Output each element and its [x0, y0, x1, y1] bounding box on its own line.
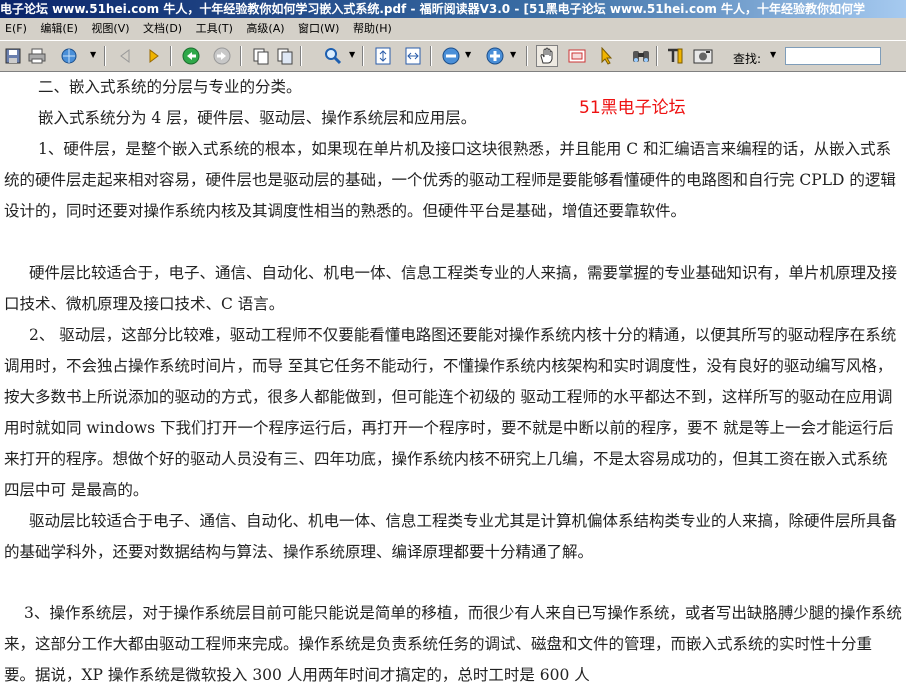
- menu-view[interactable]: 视图(V): [86, 18, 134, 40]
- forward-icon[interactable]: [211, 45, 233, 67]
- save-icon[interactable]: [2, 45, 24, 67]
- fit-width-icon[interactable]: [402, 45, 424, 67]
- menu-file[interactable]: E(F): [0, 18, 32, 40]
- toolbar-separator: [526, 46, 528, 66]
- menu-help[interactable]: 帮助(H): [348, 18, 397, 40]
- paragraph: 驱动层比较适合于电子、通信、自动化、机电一体、信息工程类专业尤其是计算机偏体系结…: [4, 512, 898, 561]
- zoom-dropdown-icon[interactable]: ▼: [349, 50, 355, 59]
- paragraph-heading: 二、嵌入式系统的分层与专业的分类。: [38, 78, 302, 96]
- toolbar: ▼ ▼ ▼ ▼ 查找: ▼: [0, 40, 906, 72]
- prev-page-icon[interactable]: [114, 45, 136, 67]
- next-page-icon[interactable]: [143, 45, 165, 67]
- toolbar-separator: [170, 46, 172, 66]
- document-page[interactable]: 51黑电子论坛 二、嵌入式系统的分层与专业的分类。 嵌入式系统分为 4 层，硬件…: [0, 72, 906, 685]
- zoom-in-dropdown-icon[interactable]: ▼: [510, 50, 516, 59]
- zoom-in-icon[interactable]: [484, 45, 506, 67]
- image-select-icon[interactable]: [692, 45, 714, 67]
- zoom-tool-icon[interactable]: [322, 45, 344, 67]
- paste-page-icon[interactable]: [274, 45, 296, 67]
- toolbar-separator: [656, 46, 658, 66]
- toolbar-separator: [300, 46, 302, 66]
- snapshot-icon[interactable]: [566, 45, 588, 67]
- search-label: 查找:: [733, 52, 762, 66]
- toolbar-separator: [104, 46, 106, 66]
- search-options-dropdown-icon[interactable]: ▼: [770, 50, 776, 59]
- copy-page-icon[interactable]: [250, 45, 272, 67]
- menu-tools[interactable]: 工具(T): [191, 18, 238, 40]
- search-input[interactable]: [785, 47, 881, 65]
- hand-tool-icon[interactable]: [536, 45, 558, 67]
- menu-document[interactable]: 文档(D): [138, 18, 187, 40]
- toolbar-separator: [240, 46, 242, 66]
- find-icon[interactable]: [630, 45, 652, 67]
- toolbar-separator: [430, 46, 432, 66]
- toolbar-separator: [362, 46, 364, 66]
- zoom-out-dropdown-icon[interactable]: ▼: [465, 50, 471, 59]
- menu-window[interactable]: 窗口(W): [293, 18, 344, 40]
- print-icon[interactable]: [26, 45, 48, 67]
- text-select-icon[interactable]: [664, 45, 686, 67]
- zoom-out-icon[interactable]: [440, 45, 462, 67]
- back-icon[interactable]: [180, 45, 202, 67]
- paragraph: 1、硬件层，是整个嵌入式系统的根本，如果现在单片机及接口这块很熟悉，并且能用 C…: [4, 140, 896, 220]
- menu-advanced[interactable]: 高级(A): [241, 18, 289, 40]
- paragraph: 2、 驱动层，这部分比较难，驱动工程师不仅要能看懂电路图还要能对操作系统内核十分…: [4, 326, 897, 499]
- select-tool-icon[interactable]: [596, 45, 618, 67]
- fit-page-icon[interactable]: [372, 45, 394, 67]
- window-title-bar: 电子论坛 www.51hei.com 牛人，十年经验教你如何学习嵌入式系统.pd…: [0, 0, 906, 18]
- menu-edit[interactable]: 编辑(E): [35, 18, 83, 40]
- window-title: 电子论坛 www.51hei.com 牛人，十年经验教你如何学习嵌入式系统.pd…: [0, 2, 866, 16]
- paragraph: 嵌入式系统分为 4 层，硬件层、驱动层、操作系统层和应用层。: [38, 109, 477, 127]
- email-icon[interactable]: [58, 45, 80, 67]
- email-dropdown-icon[interactable]: ▼: [90, 50, 96, 59]
- paragraph: 3、操作系统层，对于操作系统层目前可能只能说是简单的移植，而很少有人来自已写操作…: [4, 604, 902, 684]
- menu-bar: E(F) 编辑(E) 视图(V) 文档(D) 工具(T) 高级(A) 窗口(W)…: [0, 18, 906, 41]
- paragraph: 硬件层比较适合于，电子、通信、自动化、机电一体、信息工程类专业的人来搞，需要掌握…: [4, 264, 898, 313]
